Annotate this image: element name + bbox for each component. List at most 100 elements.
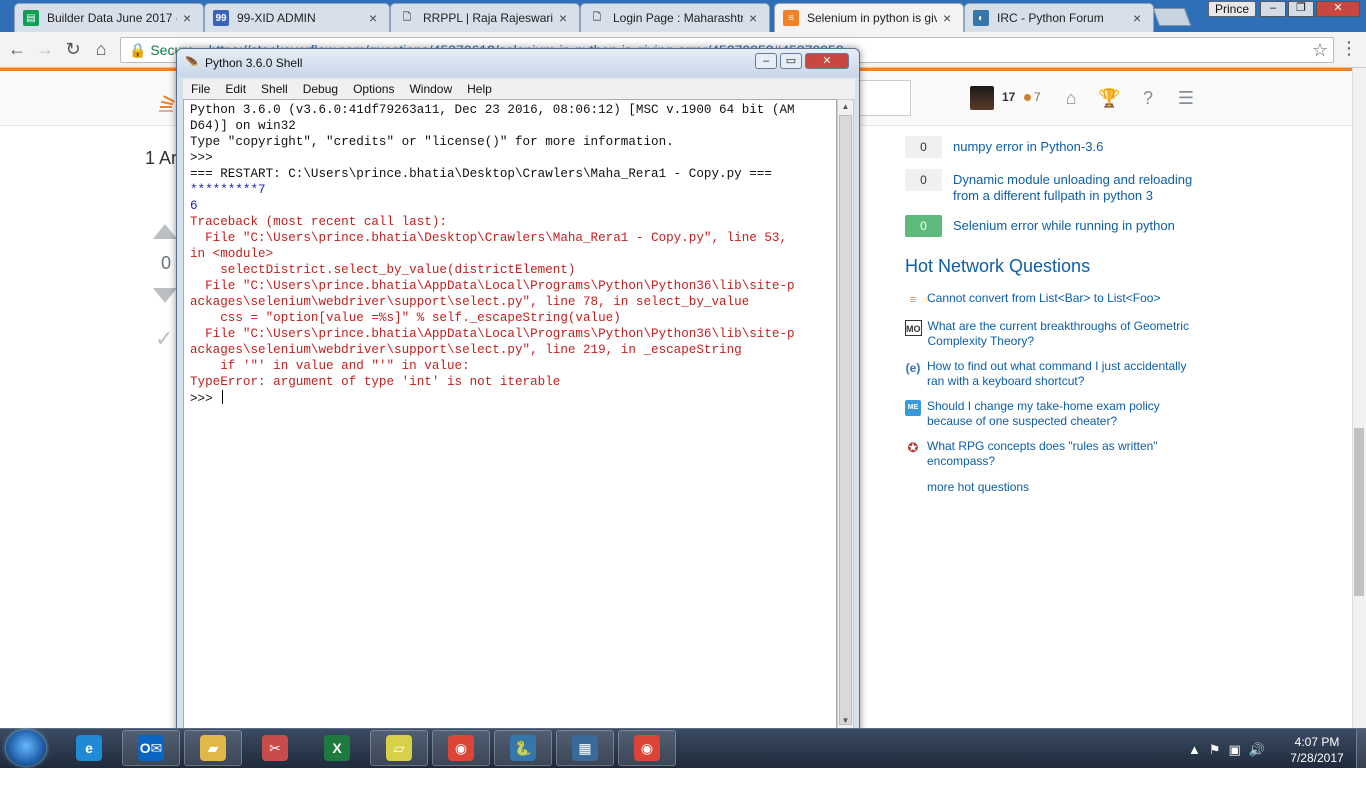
taskbar-button[interactable]: ▦ — [556, 730, 614, 766]
inbox-icon[interactable]: ⌂ — [1060, 88, 1082, 108]
accept-check-icon[interactable]: ✓ — [155, 326, 173, 352]
windows-start-button[interactable] — [6, 730, 46, 766]
page-scrollbar-thumb[interactable] — [1354, 428, 1364, 596]
close-icon[interactable]: × — [369, 10, 381, 26]
shell-line: File "C:\Users\prince.bhatia\Desktop\Cra… — [190, 231, 788, 245]
related-question[interactable]: 0 Selenium error while running in python — [905, 215, 1205, 237]
menu-window[interactable]: Window — [401, 79, 459, 99]
tab-irc-python-forum[interactable]: ◐ IRC - Python Forum × — [964, 3, 1154, 32]
window-app-icon: ▦ — [572, 735, 598, 761]
idle-close-button[interactable]: ✕ — [805, 53, 849, 69]
taskbar-clock[interactable]: 4:07 PM 7/28/2017 — [1286, 734, 1348, 766]
bronze-badge-count: 7 — [1034, 90, 1041, 104]
scroll-down-icon[interactable]: ▼ — [839, 714, 852, 728]
volume-icon[interactable]: 🔊 — [1249, 742, 1265, 758]
idle-title-bar[interactable]: 🪶 Python 3.6.0 Shell – ▭ ✕ — [177, 49, 859, 77]
shell-output-text[interactable]: Python 3.6.0 (v3.6.0:41df79263a11, Dec 2… — [183, 99, 837, 729]
tab-99xid-admin[interactable]: 99 99-XID ADMIN × — [204, 3, 390, 32]
network-icon[interactable]: ▣ — [1229, 742, 1241, 758]
taskbar-button[interactable]: e — [60, 730, 118, 766]
downvote-icon[interactable] — [153, 288, 177, 303]
trophy-icon[interactable]: 🏆 — [1098, 88, 1120, 108]
menu-file[interactable]: File — [183, 79, 217, 99]
action-center-flag-icon[interactable]: ⚑ — [1209, 742, 1221, 758]
shell-line: File "C:\Users\prince.bhatia\AppData\Loc… — [190, 279, 795, 293]
taskbar-button[interactable]: ◉ — [618, 730, 676, 766]
restore-button[interactable]: ❐ — [1288, 1, 1314, 17]
page-scrollbar[interactable] — [1352, 68, 1366, 728]
chrome-menu-icon[interactable]: ⋮ — [1340, 38, 1358, 60]
related-question[interactable]: 0 numpy error in Python-3.6 — [905, 136, 1205, 158]
show-desktop-button[interactable] — [1356, 729, 1366, 768]
taskbar-button[interactable]: ▰ — [184, 730, 242, 766]
hot-question-title[interactable]: Should I change my take-home exam policy… — [927, 399, 1195, 429]
hot-question[interactable]: ✪ What RPG concepts does "rules as writt… — [905, 439, 1195, 469]
clock-date: 7/28/2017 — [1290, 751, 1344, 765]
clock-time: 4:07 PM — [1294, 735, 1340, 749]
tab-rrppl[interactable]: 🗋 RRPPL | Raja Rajeswari p × — [390, 3, 580, 32]
new-tab-button[interactable] — [1152, 8, 1192, 26]
back-arrow-icon[interactable]: ← — [6, 38, 28, 60]
bookmark-star-icon[interactable]: ☆ — [1307, 38, 1333, 62]
menu-debug[interactable]: Debug — [295, 79, 345, 99]
mathoverflow-icon: MO — [905, 320, 922, 336]
taskbar-button[interactable]: 🐍 — [494, 730, 552, 766]
tab-builder-data[interactable]: ▤ Builder Data June 2017 - × — [14, 3, 204, 32]
menu-shell[interactable]: Shell — [253, 79, 295, 99]
shell-line: >>> — [190, 390, 830, 406]
shell-scrollbar-thumb[interactable] — [839, 115, 852, 725]
close-icon[interactable]: × — [1133, 10, 1145, 26]
close-icon[interactable]: × — [749, 10, 761, 26]
site-switcher-icon[interactable]: ☰ — [1175, 88, 1197, 108]
answers-count-header: 1 Ar — [145, 148, 178, 168]
help-icon[interactable]: ? — [1137, 88, 1159, 108]
close-icon[interactable]: × — [943, 10, 955, 26]
taskbar-button[interactable]: O✉ — [122, 730, 180, 766]
rpg-icon: ✪ — [907, 440, 919, 455]
hot-question[interactable]: ME Should I change my take-home exam pol… — [905, 399, 1195, 429]
menu-options[interactable]: Options — [345, 79, 401, 99]
more-hot-questions-link[interactable]: more hot questions — [927, 480, 1029, 494]
browser-tab-strip: ▤ Builder Data June 2017 - × 99 99-XID A… — [0, 0, 1366, 32]
hot-question-title[interactable]: How to find out what command I just acci… — [927, 359, 1195, 389]
reload-icon[interactable]: ↻ — [62, 38, 84, 60]
upvote-icon[interactable] — [153, 224, 177, 239]
idle-maximize-button[interactable]: ▭ — [780, 53, 802, 69]
taskbar-button[interactable]: ▱ — [370, 730, 428, 766]
hot-question[interactable]: MO What are the current breakthroughs of… — [905, 319, 1195, 349]
search-input[interactable] — [855, 80, 911, 116]
related-question[interactable]: 0 Dynamic module unloading and reloading… — [905, 169, 1205, 204]
stackoverflow-logo-icon[interactable] — [156, 94, 176, 114]
idle-shell-window: 🪶 Python 3.6.0 Shell – ▭ ✕ File Edit She… — [176, 48, 860, 736]
home-icon[interactable]: ⌂ — [90, 38, 112, 60]
taskbar-button[interactable]: X — [308, 730, 366, 766]
scroll-up-icon[interactable]: ▲ — [839, 100, 852, 114]
idle-app-icon: 🪶 — [185, 56, 200, 70]
minimize-button[interactable]: – — [1260, 1, 1286, 17]
hot-question-title[interactable]: Cannot convert from List<Bar> to List<Fo… — [927, 291, 1195, 308]
taskbar-button[interactable]: ◉ — [432, 730, 490, 766]
forward-arrow-icon[interactable]: → — [34, 38, 56, 60]
avatar[interactable] — [970, 86, 994, 110]
taskbar-button[interactable]: ✂ — [246, 730, 304, 766]
show-hidden-icons-icon[interactable]: ▲ — [1188, 742, 1201, 758]
related-title[interactable]: Dynamic module unloading and reloading f… — [953, 172, 1203, 204]
menu-help[interactable]: Help — [459, 79, 499, 99]
tab-login-page[interactable]: 🗋 Login Page : Maharashtr × — [580, 3, 770, 32]
shell-line: Type "copyright", "credits" or "license(… — [190, 135, 674, 149]
tab-selenium-stackoverflow[interactable]: ≡ Selenium in python is giv × — [774, 3, 964, 32]
close-icon[interactable]: × — [559, 10, 571, 26]
related-title[interactable]: Selenium error while running in python — [953, 215, 1203, 237]
hot-question-title[interactable]: What RPG concepts does "rules as written… — [927, 439, 1195, 469]
tab-title: Selenium in python is giv — [807, 11, 937, 25]
hot-question[interactable]: (e) How to find out what command I just … — [905, 359, 1195, 389]
profile-button[interactable]: Prince — [1208, 1, 1257, 17]
related-title[interactable]: numpy error in Python-3.6 — [953, 136, 1203, 158]
close-window-button[interactable]: ✕ — [1316, 1, 1360, 17]
hot-question[interactable]: ≡ Cannot convert from List<Bar> to List<… — [905, 291, 1195, 308]
stackoverflow-icon: ≡ — [909, 294, 917, 306]
hot-question-title[interactable]: What are the current breakthroughs of Ge… — [928, 319, 1196, 349]
idle-minimize-button[interactable]: – — [755, 53, 777, 69]
menu-edit[interactable]: Edit — [217, 79, 253, 99]
close-icon[interactable]: × — [183, 10, 195, 26]
